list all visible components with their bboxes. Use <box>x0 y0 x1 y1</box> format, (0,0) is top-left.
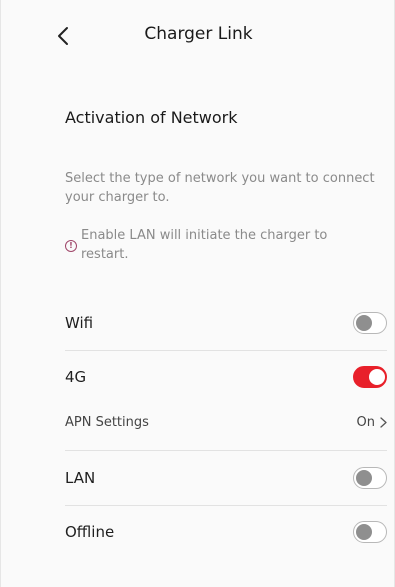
network-label-4g: 4G <box>65 368 87 386</box>
divider <box>65 450 387 451</box>
section-description: Select the type of network you want to c… <box>65 171 375 205</box>
notice-text: Enable LAN will initiate the charger to … <box>81 228 328 262</box>
toggle-knob <box>368 368 385 385</box>
apn-status: On <box>356 414 375 430</box>
page-title: Charger Link <box>144 24 253 44</box>
charger-link-screen: Charger Link Activation of Network Selec… <box>0 0 395 587</box>
toggle-knob <box>355 523 372 540</box>
apn-settings-label: APN Settings <box>65 414 149 430</box>
lan-toggle[interactable] <box>353 467 387 489</box>
network-row-lan: LAN <box>65 452 387 504</box>
network-label-wifi: Wifi <box>65 314 94 332</box>
apn-settings-row[interactable]: APN Settings On <box>65 396 387 448</box>
toggle-knob <box>355 314 372 331</box>
network-row-wifi: Wifi <box>65 297 387 349</box>
restart-notice: ! Enable LAN will initiate the charger t… <box>65 226 365 264</box>
4g-toggle[interactable] <box>353 366 387 388</box>
wifi-toggle[interactable] <box>353 312 387 334</box>
header: Charger Link <box>1 0 395 70</box>
toggle-knob <box>355 469 372 486</box>
info-icon: ! <box>65 240 77 252</box>
network-label-offline: Offline <box>65 523 115 541</box>
network-label-lan: LAN <box>65 469 96 487</box>
offline-toggle[interactable] <box>353 521 387 543</box>
network-row-offline: Offline <box>65 506 387 558</box>
chevron-right-icon <box>380 416 387 428</box>
section-title: Activation of Network <box>65 108 238 127</box>
apn-settings-value[interactable]: On <box>357 415 387 430</box>
